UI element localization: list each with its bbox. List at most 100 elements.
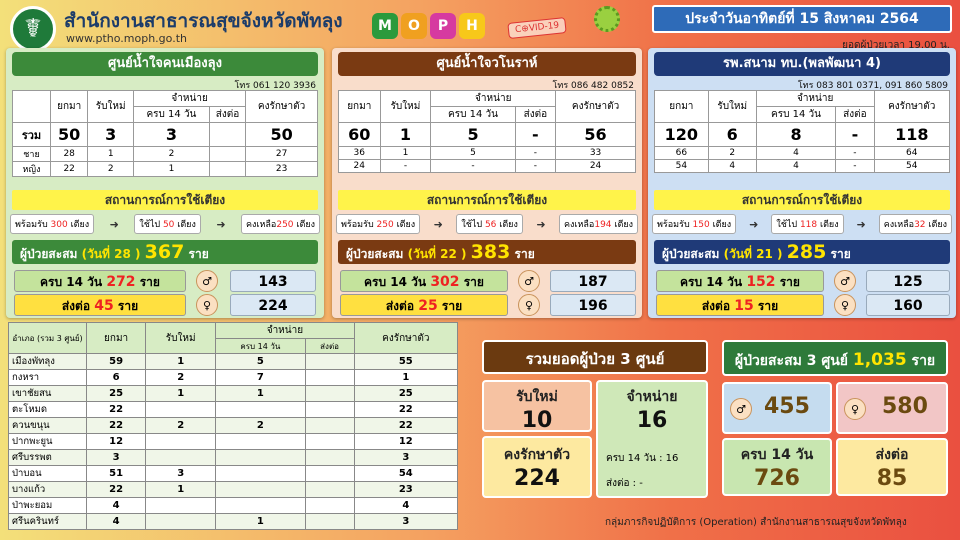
table-cell: 2 (145, 369, 217, 387)
cumulative-bar: ผู้ป่วยสะสม (วันที่ 21 ) 285 ราย (654, 240, 950, 264)
cell: 54 (873, 159, 951, 173)
moph-letter-m: M (372, 13, 398, 39)
col-refer: ส่งต่อ (304, 337, 355, 355)
cell: 4 (755, 159, 837, 173)
done14-total-box: ครบ 14 วัน 726 (722, 438, 832, 496)
table-cell (145, 433, 217, 451)
discharge-label: จำหน่าย (626, 389, 678, 405)
cell: - (514, 122, 557, 147)
col-14days: ครบ 14 วัน (215, 337, 306, 355)
table-cell: เขาชัยสน (8, 385, 87, 403)
refer-total: 85 (876, 466, 908, 491)
cell: 60 (338, 122, 381, 147)
new-cases-box: รับใหม่ 10 (482, 380, 592, 433)
text: (วันที่ 22 ) (407, 247, 467, 261)
text: ราย (463, 275, 484, 289)
table-cell: กงหรา (8, 369, 87, 387)
row-label: รวม (12, 122, 51, 147)
table-cell: 23 (353, 481, 459, 499)
district-table: อำเภอ (รวม 3 ศูนย์) ยกมา รับใหม่ จำหน่าย คงร… (8, 321, 459, 531)
table-cell: 3 (353, 513, 459, 531)
table-cell: 22 (85, 481, 147, 499)
cell: 22 (49, 161, 89, 177)
table-row: ปากพะยูน 12 12 (8, 433, 459, 451)
text: เตียง (499, 220, 518, 230)
text: พร้อมรับ (341, 220, 374, 230)
text: คงเหลือ (883, 220, 915, 230)
cell: 8 (755, 122, 837, 147)
table-row: ตะโหมด 22 22 (8, 401, 459, 419)
table-cell: 12 (85, 433, 147, 451)
text: ผู้ป่วยสะสม (662, 247, 720, 261)
text: ครบ 14 วัน (40, 275, 103, 289)
summary-title: รวมยอดผู้ป่วย 3 ศูนย์ (482, 340, 708, 374)
cell: 56 (555, 122, 636, 147)
female-icon: ♀ (844, 398, 866, 420)
beds-used-chip: ใช้ไป 50 เตียง (134, 214, 201, 234)
text: (วันที่ 28 ) (81, 247, 141, 261)
cell: 3 (133, 122, 210, 147)
text: เตียง (70, 220, 90, 230)
arrow-icon: ➜ (856, 217, 866, 231)
text: (วันที่ 21 ) (723, 247, 783, 261)
cell: 54 (654, 159, 709, 173)
male-count: 187 (550, 270, 636, 292)
text: 32 (914, 220, 926, 230)
refer-label: ส่งต่อ (875, 447, 909, 463)
cell: 2 (707, 146, 757, 160)
done-14-box: ครบ 14 วัน 152 ราย (656, 270, 824, 292)
table-cell: 3 (353, 449, 459, 467)
text: 194 (594, 220, 612, 230)
table-cell: เมืองพัทลุง (8, 353, 87, 371)
corner-cell (12, 90, 51, 123)
text: พร้อมรับ (657, 220, 690, 230)
col-district: อำเภอ (รวม 3 ศูนย์) (8, 321, 87, 355)
arrow-icon: ➜ (536, 217, 546, 231)
table-cell (304, 369, 355, 387)
table-cell (304, 433, 355, 451)
female-count: 196 (550, 294, 636, 316)
text: ผู้ป่วยสะสม 3 ศูนย์ (734, 353, 849, 369)
table-row: เขาชัยสน 25 1 1 25 (8, 385, 459, 403)
discharge-refer: ส่งต่อ : - (606, 478, 643, 489)
text: 285 (786, 241, 827, 263)
table-cell: ตะโหมด (8, 401, 87, 419)
table-cell: ศรีนครินทร์ (8, 513, 87, 531)
text: 45 (94, 298, 114, 314)
table-cell (145, 401, 217, 419)
table-cell: 3 (85, 449, 147, 467)
bed-chips: พร้อมรับ 300 เตียง ➜ ใช้ไป 50 เตียง ➜ คง… (10, 214, 320, 234)
table-cell: ป่าบอน (8, 465, 87, 483)
bed-status-title: สถานการณ์การใช้เตียง (654, 190, 950, 210)
text: เตียง (712, 220, 732, 230)
discharge-box: จำหน่าย 16 ครบ 14 วัน : 16 ส่งต่อ : - (596, 380, 708, 498)
remain-label: คงรักษาตัว (503, 447, 571, 463)
beds-left-chip: คงเหลือ194 เตียง (558, 214, 638, 234)
done14-total: 726 (754, 466, 800, 491)
male-total-box: ♂ 455 (722, 382, 832, 434)
text: ราย (830, 247, 851, 261)
cell: 28 (49, 146, 89, 162)
table-row: ศรีบรรพต 3 3 (8, 449, 459, 467)
col-carry: ยกมา (654, 90, 709, 123)
table-cell: 5 (215, 353, 306, 371)
table-cell: 22 (85, 417, 147, 435)
cell: 1 (379, 146, 432, 160)
arrow-icon: ➜ (216, 217, 226, 231)
table-row: ป่าพะยอม 4 4 (8, 497, 459, 515)
male-count: 143 (230, 270, 316, 292)
table-row: ป่าบอน 51 3 54 (8, 465, 459, 483)
cumulative3-title: ผู้ป่วยสะสม 3 ศูนย์ 1,035 ราย (722, 340, 948, 376)
org-url[interactable]: www.ptho.moph.go.th (66, 32, 187, 45)
text: ครบ 14 วัน (364, 275, 427, 289)
cell: 4 (707, 159, 757, 173)
cell: 4 (755, 146, 837, 160)
text: 118 (799, 220, 818, 230)
text: 367 (144, 241, 185, 263)
col-14days: ครบ 14 วัน (133, 106, 210, 123)
text: 56 (484, 220, 497, 230)
table-cell: 12 (353, 433, 459, 451)
text: เตียง (296, 220, 315, 230)
table-cell (145, 513, 217, 531)
text: 25 (418, 298, 438, 314)
